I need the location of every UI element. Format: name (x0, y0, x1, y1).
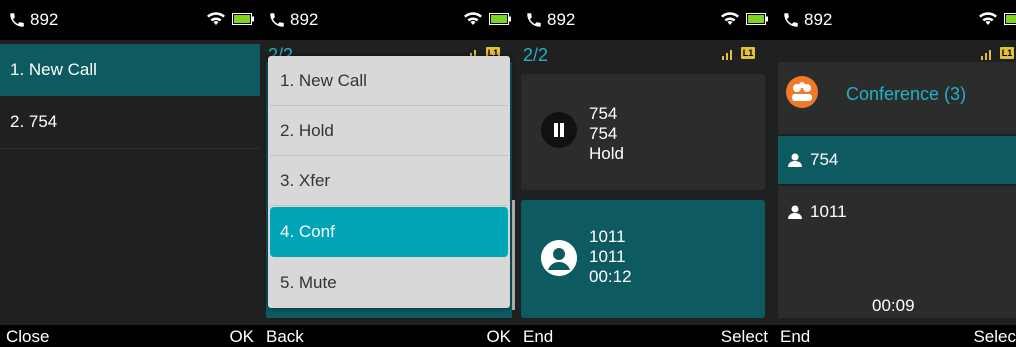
screen-1: 892 1. New Call 2. 754 Close OK (0, 0, 260, 347)
scrollbar[interactable] (512, 200, 515, 310)
handset-icon (10, 13, 24, 27)
call-header: L1 (774, 40, 1016, 62)
status-bar: 892 (774, 0, 1016, 40)
held-call-number: 754 (589, 124, 618, 143)
end-softkey[interactable]: End (774, 327, 816, 347)
select-softkey[interactable]: Selec (967, 327, 1016, 347)
pause-icon (541, 112, 577, 148)
wifi-icon (464, 12, 482, 25)
screen-2: 892 2/2 L1 1. New Call 2. Hold 3. Xfer 4… (260, 0, 517, 347)
call-timer: 00:12 (589, 267, 632, 286)
end-softkey[interactable]: End (517, 327, 559, 347)
active-call-name: 1011 (589, 227, 626, 246)
ok-softkey[interactable]: OK (223, 327, 260, 347)
handset-icon (527, 13, 541, 27)
held-call-name: 754 (589, 104, 618, 123)
menu-item-hold[interactable]: 2. Hold (270, 106, 508, 156)
line-badge: L1 (741, 47, 755, 59)
avatar-icon (541, 240, 577, 276)
list-item[interactable]: 2. 754 (0, 96, 260, 149)
local-number: 892 (547, 10, 576, 29)
line-badge: L1 (1000, 47, 1014, 59)
ok-softkey[interactable]: OK (480, 327, 517, 347)
conference-title: Conference (3) (846, 84, 967, 104)
battery-icon (232, 13, 254, 25)
screen-4: 892 L1 Conference (3) 754 1011 00:09 End… (774, 0, 1016, 347)
conference-header: Conference (3) (778, 62, 1016, 134)
list-item[interactable]: 1. New Call (0, 44, 260, 96)
softkey-bar: End Select (517, 325, 774, 347)
options-menu: 1. New Call 2. Hold 3. Xfer 4. Conf 5. M… (268, 56, 510, 308)
softkey-bar: Close OK (0, 325, 260, 347)
conference-timer: 00:09 (872, 296, 915, 315)
held-call-state: Hold (589, 144, 624, 163)
softkey-bar: End Selec (774, 325, 1016, 347)
select-softkey[interactable]: Select (715, 327, 774, 347)
status-bar: 892 (0, 0, 260, 40)
menu-item-xfer[interactable]: 3. Xfer (270, 156, 508, 206)
wifi-icon (721, 12, 739, 25)
menu-item-mute[interactable]: 5. Mute (270, 258, 508, 308)
handset-icon (784, 13, 798, 27)
conference-member[interactable]: 754 (778, 136, 1016, 184)
back-softkey[interactable]: Back (260, 327, 310, 347)
battery-icon (746, 13, 768, 25)
wifi-icon (979, 12, 997, 25)
battery-icon (1004, 13, 1016, 25)
active-call-card[interactable]: 1011 1011 00:12 (521, 200, 765, 318)
menu-item-conf[interactable]: 4. Conf (270, 207, 508, 257)
screen-3: 892 2/2 L1 754 754 Hold 1011 1011 00:12 … (517, 0, 774, 347)
active-call-number: 1011 (589, 247, 626, 266)
handset-icon (270, 13, 284, 27)
local-number: 892 (804, 10, 833, 29)
menu-item-new-call[interactable]: 1. New Call (270, 56, 508, 106)
conference-member[interactable]: 1011 (778, 186, 1016, 282)
close-softkey[interactable]: Close (0, 327, 55, 347)
battery-icon (489, 13, 511, 25)
person-icon (788, 205, 802, 219)
conference-icon (786, 76, 818, 108)
person-icon (788, 153, 802, 167)
wifi-icon (207, 12, 225, 25)
status-bar: 892 (260, 0, 517, 40)
local-number: 892 (290, 10, 319, 29)
signal-icon (722, 50, 732, 60)
call-list: 1. New Call 2. 754 (0, 44, 260, 149)
held-call-card[interactable]: 754 754 Hold (521, 74, 765, 190)
call-counter: 2/2 (523, 45, 549, 65)
softkey-bar: Back OK (260, 325, 517, 347)
call-header: 2/2 L1 (517, 40, 774, 65)
signal-icon (981, 50, 991, 60)
local-number: 892 (30, 10, 59, 29)
status-bar: 892 (517, 0, 774, 40)
